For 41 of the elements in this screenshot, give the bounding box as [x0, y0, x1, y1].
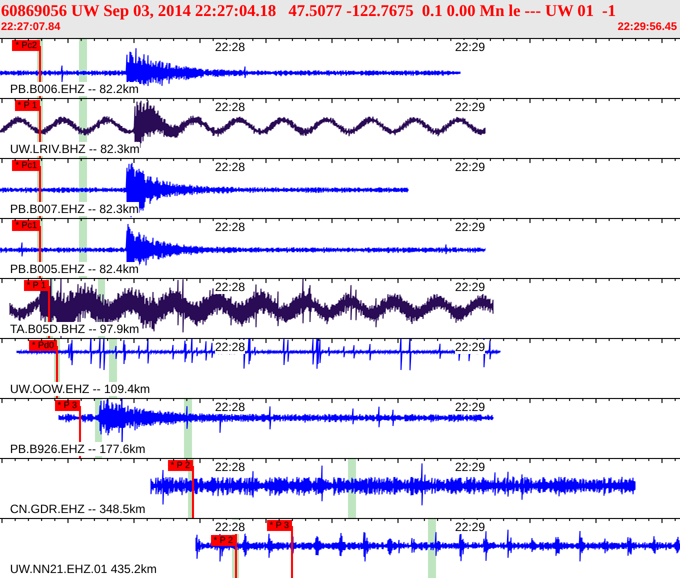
pick-flag: * Pc1 [12, 160, 40, 171]
pick-flag: * P 2 [168, 460, 193, 471]
time-label: 22:28 [215, 340, 246, 354]
pick-flag: * Pc1 [12, 220, 40, 231]
station-label: PB.B006.EHZ -- 82.2km [10, 82, 139, 96]
time-label: 22:29 [455, 460, 486, 474]
pick-flag: * P 3 [266, 520, 292, 531]
event-summary: 60869056 UW Sep 03, 2014 22:27:04.18 47.5077 -122.7675 0.1 0.00 Mn le --- UW 01 -1 [1, 0, 617, 21]
time-label: 22:29 [455, 100, 486, 114]
time-label: 22:28 [215, 280, 246, 294]
time-label: 22:29 [455, 400, 486, 414]
end-time: 22:29:56.45 [618, 21, 677, 34]
time-label: 22:29 [455, 220, 486, 234]
time-label: 22:29 [455, 340, 486, 354]
pick-line [192, 466, 194, 518]
time-label: 22:29 [455, 520, 486, 534]
station-label: PB.B005.EHZ -- 82.4km [10, 262, 139, 276]
pick-line [291, 526, 293, 578]
station-label: UW.LRIV.BHZ -- 82.3km [10, 142, 140, 156]
station-label: UW.NN21.EHZ.01 435.2km [10, 562, 157, 576]
pick-flag: * Pc2 [12, 40, 40, 51]
time-label: 22:29 [455, 280, 486, 294]
time-label: 22:28 [215, 220, 246, 234]
station-label: PB.B926.EHZ -- 177.6km [10, 442, 146, 456]
time-label: 22:28 [215, 100, 246, 114]
pick-flag: * P 1 [24, 280, 49, 291]
station-label: CN.GDR.EHZ -- 348.5km [10, 502, 146, 516]
time-label: 22:28 [215, 520, 246, 534]
pick-flag: * P 2 [210, 535, 236, 546]
start-time: 22:27:07.84 [1, 21, 60, 34]
station-label: PB.B007.EHZ -- 82.3km [10, 202, 139, 216]
time-label: 22:29 [455, 160, 486, 174]
pick-flag: * P 1 [14, 100, 40, 111]
time-label: 22:28 [215, 40, 246, 54]
time-label: 22:28 [215, 160, 246, 174]
time-label: 22:28 [215, 460, 246, 474]
pick-flag: * Pd0 [28, 340, 57, 351]
time-label: 22:29 [455, 40, 486, 54]
time-label: 22:28 [215, 400, 246, 414]
station-label: UW.OOW.EHZ -- 109.4km [10, 382, 150, 396]
station-label: TA.B05D.BHZ -- 97.9km [10, 322, 140, 336]
